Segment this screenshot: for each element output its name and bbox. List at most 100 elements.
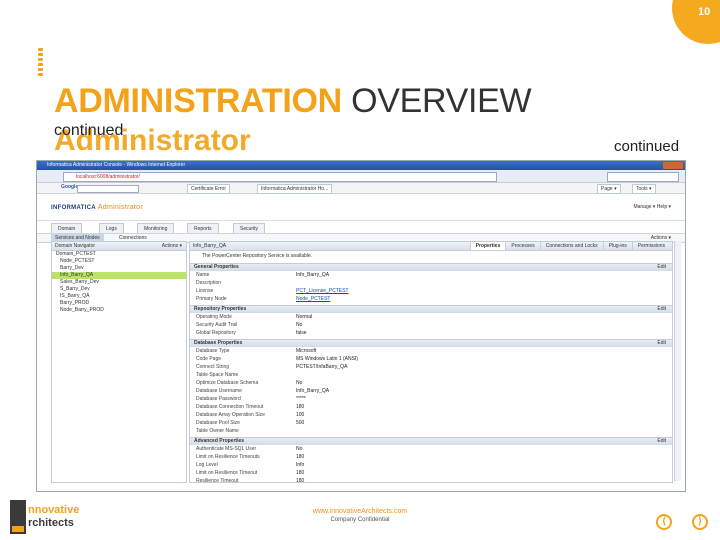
- google-label: Google: [61, 184, 79, 190]
- details-header: Info_Barry_QA Properties Processes Connect…: [190, 242, 672, 251]
- property-value[interactable]: Node_PCTEST: [296, 295, 330, 303]
- property-value: 500: [296, 420, 305, 426]
- slide: 10 ADMINISTRATION OVERVIEW Administrator…: [0, 0, 720, 540]
- admin-console-screenshot: Informatica Administrator Console - Wind…: [36, 160, 686, 492]
- property-value: Microsoft: [296, 348, 317, 354]
- property-value: No: [296, 322, 303, 328]
- title-part2: OVERVIEW: [351, 82, 532, 120]
- next-slide-button[interactable]: ⟩: [692, 514, 708, 530]
- property-row: Global Repository false: [190, 329, 672, 337]
- section-edit-link[interactable]: Edit: [657, 264, 666, 271]
- header-user-links[interactable]: Manage ▾ Help ▾: [633, 204, 671, 210]
- details-tab-permissions[interactable]: Permissions: [631, 242, 670, 250]
- browser-tools-menu[interactable]: Tools ▾: [632, 184, 656, 194]
- property-key: Optimize Database Schema: [196, 380, 259, 386]
- property-key: License: [196, 288, 214, 294]
- details-tab-processes[interactable]: Processes: [505, 242, 539, 250]
- section-title: General Properties: [194, 264, 239, 270]
- property-value: 180: [296, 478, 305, 483]
- browser-page-menu[interactable]: Page ▾: [597, 184, 621, 194]
- property-row: Resilience Timeout 180: [190, 477, 672, 483]
- nav-item-sales-barry-dev[interactable]: Sales_Barry_Dev: [52, 279, 186, 286]
- property-key: Database Pool Size: [196, 420, 240, 426]
- property-key: Database Array Operation Size: [196, 412, 265, 418]
- section-edit-link[interactable]: Edit: [657, 340, 666, 347]
- browser-toolbar: Google Certificate Error Informatica Adm…: [37, 183, 685, 194]
- details-title: Info_Barry_QA: [193, 243, 227, 249]
- nav-item-domain[interactable]: Domain_PCTEST: [52, 251, 186, 258]
- panel-scrollbar[interactable]: [674, 241, 681, 481]
- navigator-title: Domain Navigator: [55, 243, 96, 249]
- property-value: PCTEST/InfaBarry_QA: [296, 364, 348, 370]
- property-value[interactable]: PCT_License_PCTEST: [296, 287, 349, 295]
- nav-item-barry-prod[interactable]: Barry_PROD: [52, 300, 186, 307]
- property-key: Authenticate MS-SQL User: [196, 446, 257, 452]
- logo-product: Administrator: [97, 204, 143, 211]
- service-details-panel: Info_Barry_QA Properties Processes Connect…: [189, 241, 673, 483]
- property-value: Normal: [296, 314, 313, 320]
- section-edit-link[interactable]: Edit: [657, 438, 666, 445]
- property-key: Resilience Timeout: [196, 478, 239, 483]
- app-logo: INFORMATICA Administrator: [51, 204, 143, 211]
- section-title: Advanced Properties: [194, 438, 245, 444]
- nav-item-s-barry-dev[interactable]: S_Barry_Dev: [52, 286, 186, 293]
- main-tab-bar: Domain Logs Monitoring Reports Security: [37, 221, 685, 234]
- page-number: 10: [698, 6, 711, 18]
- prev-slide-button[interactable]: ⟨: [656, 514, 672, 530]
- footer-url-link[interactable]: www.innovativeArchitects.com: [0, 508, 720, 515]
- property-key: Description: [196, 280, 222, 286]
- browser-search-field[interactable]: [607, 172, 679, 182]
- property-key: Log Level: [196, 462, 218, 468]
- domain-navigator: Domain Navigator Actions ▾ Domain_PCTEST…: [51, 241, 187, 483]
- property-key: Table Owner Name: [196, 428, 239, 434]
- browser-tab-certificate[interactable]: Certificate Error: [187, 184, 231, 194]
- property-value: No: [296, 446, 303, 452]
- property-row: Authenticate MS-SQL User No: [190, 445, 672, 453]
- details-tab-plugins[interactable]: Plug-ins: [602, 242, 632, 250]
- property-key: Primary Node: [196, 296, 227, 302]
- property-row: Limit on Resilience Timeouts 180: [190, 453, 672, 461]
- decorative-dots-icon: [38, 48, 44, 80]
- property-row: Database Array Operation Size 100: [190, 411, 672, 419]
- property-row: Description: [190, 279, 672, 287]
- section-edit-link[interactable]: Edit: [657, 306, 666, 313]
- property-row: Security Audit Trail No: [190, 321, 672, 329]
- property-key: Name: [196, 272, 210, 278]
- section-title: Repository Properties: [194, 306, 247, 312]
- page-number-badge: 10: [672, 0, 720, 44]
- details-tab-connections-locks[interactable]: Connections and Locks: [539, 242, 603, 250]
- details-tab-properties[interactable]: Properties: [469, 242, 506, 250]
- nav-item-node[interactable]: Node_PCTEST: [52, 258, 186, 265]
- property-row: Database Type Microsoft: [190, 347, 672, 355]
- property-value: No: [296, 380, 303, 386]
- property-key: Database Connection Timeout: [196, 404, 264, 410]
- app-header: INFORMATICA Administrator Manage ▾ Help …: [37, 194, 685, 221]
- nav-item-info-barry-qa[interactable]: Info_Barry_QA: [52, 272, 186, 279]
- property-value: MS Windows Latin 1 (ANSI): [296, 356, 358, 362]
- footer-confidential: Company Confidential: [330, 517, 390, 523]
- address-field[interactable]: localhost:6008/administrator/: [63, 172, 497, 182]
- title-part1: ADMINISTRATION: [54, 82, 342, 120]
- navigator-actions-menu[interactable]: Actions ▾: [162, 242, 182, 250]
- section-header: Database Properties Edit: [190, 339, 672, 347]
- property-key: Table Space Name: [196, 372, 239, 378]
- property-row: Log Level Info: [190, 461, 672, 469]
- nav-item-node-barry-prod[interactable]: Node_Barry_PROD: [52, 307, 186, 314]
- section-header: Repository Properties Edit: [190, 305, 672, 313]
- property-key: Operating Mode: [196, 314, 232, 320]
- property-row: Operating Mode Normal: [190, 313, 672, 321]
- property-row: Database Username Info_Barry_QA: [190, 387, 672, 395]
- google-search-field[interactable]: [77, 185, 139, 193]
- window-controls-icon[interactable]: [663, 162, 683, 169]
- property-key: Code Page: [196, 356, 222, 362]
- property-value: 180: [296, 470, 305, 476]
- property-row: Optimize Database Schema No: [190, 379, 672, 387]
- browser-address-bar: localhost:6008/administrator/: [37, 170, 685, 183]
- browser-tab-informatica[interactable]: Informatica Administrator Ho...: [257, 184, 333, 194]
- property-key: Database Password: [196, 396, 241, 402]
- section-header: Advanced Properties Edit: [190, 437, 672, 445]
- browser-title-bar: Informatica Administrator Console - Wind…: [37, 161, 685, 170]
- section-title: Database Properties: [194, 340, 243, 346]
- nav-item-is-barry-qa[interactable]: IS_Barry_QA: [52, 293, 186, 300]
- nav-item-barry-dev[interactable]: Barry_Dev: [52, 265, 186, 272]
